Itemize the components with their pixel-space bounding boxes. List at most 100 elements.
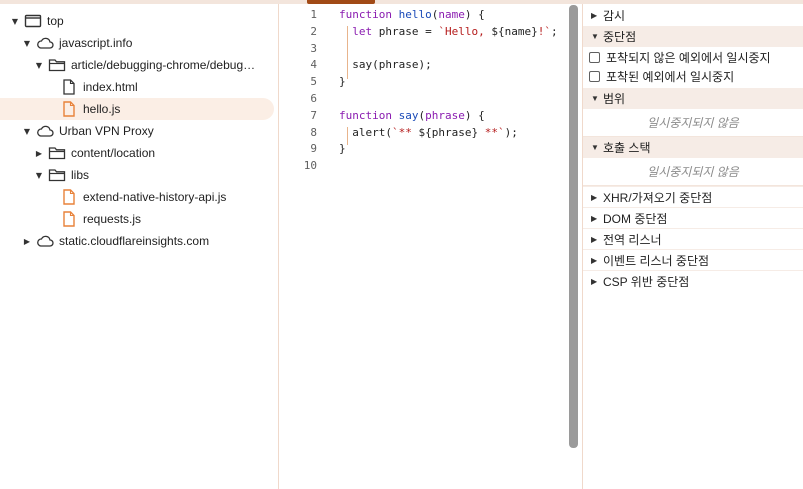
line-number[interactable]: 3 [280,41,324,58]
section-global-listeners[interactable]: ▶ 전역 리스너 [583,228,803,249]
tree-item-hello-js[interactable]: hello.js [0,98,274,120]
cloud-icon [36,35,54,51]
tree-item-cloudflareinsights[interactable]: ▶ static.cloudflareinsights.com [0,230,274,252]
script-file-icon [60,211,78,227]
code-line[interactable] [339,91,558,108]
line-number[interactable]: 8 [280,125,324,142]
code-token: function [339,8,392,21]
tree-item-label: static.cloudflareinsights.com [59,234,210,248]
section-title: DOM 중단점 [603,211,668,226]
script-file-icon [60,189,78,205]
collapsed-triangle-icon[interactable]: ▶ [34,148,44,158]
line-number-gutter[interactable]: 1 2 3 4 5 6 7 8 9 10 [280,7,324,175]
code-line[interactable]: say(phrase); [339,57,558,74]
code-token: } [339,142,346,156]
editor-scrollbar[interactable] [569,5,578,448]
line-number[interactable]: 10 [280,158,324,175]
tree-item-libs[interactable]: ▼ libs [0,164,274,186]
tree-item-top[interactable]: ▼ top [0,10,274,32]
tree-item-label: content/location [71,146,156,160]
collapsed-triangle-icon[interactable]: ▶ [22,236,32,246]
code-token: `** [391,125,419,139]
code-token: ${name} [491,24,538,38]
callstack-empty-message: 일시중지되지 않음 [583,158,803,186]
checkbox-box[interactable] [589,71,600,82]
tree-item-index-html[interactable]: index.html [0,76,274,98]
section-csp-breakpoints[interactable]: ▶ CSP 위반 중단점 [583,270,803,291]
document-icon [60,79,78,95]
section-event-listener-breakpoints[interactable]: ▶ 이벤트 리스너 중단점 [583,249,803,270]
code-token: function [339,108,392,122]
expanded-triangle-icon[interactable]: ▼ [34,170,44,180]
code-token: ; [550,24,558,38]
tree-item-urban-vpn[interactable]: ▼ Urban VPN Proxy [0,120,274,142]
section-title: 호출 스택 [603,141,651,155]
line-number[interactable]: 6 [280,91,324,108]
folder-icon [48,57,66,73]
code-editor[interactable]: 1 2 3 4 5 6 7 8 9 10 function hello(name) { let p… [280,4,567,489]
expanded-triangle-icon: ▼ [591,94,599,103]
debugger-sidebar: ▶ 감시 ▼ 중단점 포착되지 않은 예외에서 일시중지 포착된 예외에서 일시… [582,4,803,489]
tree-item-label: requests.js [83,212,142,226]
line-number[interactable]: 4 [280,57,324,74]
tree-item-label: article/debugging-chrome/debug… [71,58,256,72]
expanded-triangle-icon: ▼ [591,143,599,152]
section-dom-breakpoints[interactable]: ▶ DOM 중단점 [583,207,803,228]
tree-item-article-folder[interactable]: ▼ article/debugging-chrome/debug… [0,54,274,76]
code-content[interactable]: function hello(name) { let phrase = `Hel… [339,7,558,175]
line-number[interactable]: 2 [280,24,324,41]
tree-item-label: libs [71,168,90,182]
file-navigator: ▼ top ▼ javascript.info ▼ article/debugg… [0,4,279,489]
collapsed-triangle-icon: ▶ [591,276,598,286]
line-number[interactable]: 9 [280,141,324,158]
code-line[interactable]: function say(phrase) { [339,108,558,125]
tree-item-label: hello.js [83,102,121,116]
code-line[interactable]: function hello(name) { [339,7,558,24]
tree-item-requests-js[interactable]: requests.js [0,208,274,230]
code-line[interactable]: alert(`** ${phrase} **`); [339,125,558,142]
checkbox-box[interactable] [589,52,600,63]
line-number[interactable]: 7 [280,108,324,125]
expanded-triangle-icon[interactable]: ▼ [22,38,32,48]
code-token: ) { [464,108,485,122]
tree-item-content-location[interactable]: ▶ content/location [0,142,274,164]
pause-caught-checkbox[interactable]: 포착된 예외에서 일시중지 [583,67,803,86]
code-line[interactable]: } [339,74,558,91]
tree-item-javascript-info[interactable]: ▼ javascript.info [0,32,274,54]
code-line[interactable]: } [339,141,558,158]
section-breakpoints[interactable]: ▼ 중단점 [583,26,803,47]
expanded-triangle-icon[interactable]: ▼ [10,16,20,26]
tree-item-extend-native-history[interactable]: extend-native-history-api.js [0,186,274,208]
line-number[interactable]: 5 [280,74,324,91]
code-line[interactable] [339,158,558,175]
section-xhr-breakpoints[interactable]: ▶ XHR/가져오기 중단점 [583,186,803,207]
code-token: ) { [464,8,485,21]
code-token: phrase = [372,24,439,38]
expanded-triangle-icon[interactable]: ▼ [22,126,32,136]
section-title: 중단점 [603,30,637,44]
section-scope[interactable]: ▼ 범위 [583,88,803,109]
section-callstack[interactable]: ▼ 호출 스택 [583,137,803,158]
collapsed-triangle-icon: ▶ [591,11,598,20]
folder-icon [48,167,66,183]
tree-item-label: extend-native-history-api.js [83,190,227,204]
code-token: let [352,24,373,38]
code-line[interactable]: let phrase = `Hello, ${name}!`; [339,24,558,41]
code-token: say [398,108,419,122]
section-watch[interactable]: ▶ 감시 [583,5,803,26]
section-title: XHR/가져오기 중단점 [603,190,713,205]
checkbox-label: 포착된 예외에서 일시중지 [606,70,735,84]
section-title: CSP 위반 중단점 [603,274,690,289]
pause-uncaught-checkbox[interactable]: 포착되지 않은 예외에서 일시중지 [583,48,803,67]
expanded-triangle-icon[interactable]: ▼ [34,60,44,70]
tree-item-label: index.html [83,80,138,94]
collapsed-triangle-icon: ▶ [591,213,598,223]
collapsed-triangle-icon: ▶ [591,192,598,202]
code-line[interactable] [339,41,558,58]
code-token: !` [537,24,551,38]
tree-item-label: javascript.info [59,36,133,50]
line-number[interactable]: 1 [280,7,324,24]
